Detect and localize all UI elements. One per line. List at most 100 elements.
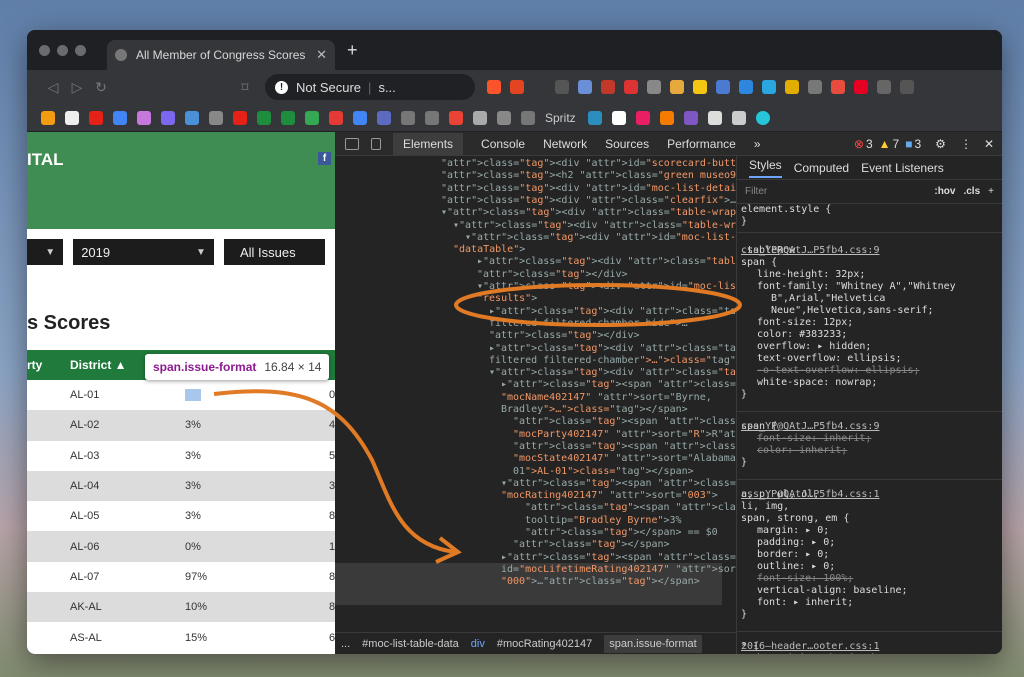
dom-node-line[interactable]: ▾"attr">class="tag"><div "attr">class="t…: [335, 367, 736, 379]
np-icon[interactable]: [624, 80, 638, 94]
close-devtools-icon[interactable]: ✕: [984, 137, 994, 151]
extension-icon[interactable]: [716, 80, 730, 94]
style-line[interactable]: text-overflow: ellipsis;: [741, 353, 986, 365]
dom-node-line[interactable]: "mocState402147" "attr">sort="Alabama-: [335, 453, 736, 465]
table-row[interactable]: AS-AL 15% 6: [27, 622, 335, 652]
style-line[interactable]: outline: ▸ 0;: [741, 561, 986, 573]
table-row[interactable]: AL-03 3% 5: [27, 441, 335, 471]
dom-node-line[interactable]: "attr">class="tag"><div "attr">id="moc-l…: [335, 183, 736, 195]
column-district[interactable]: District ▲: [70, 358, 127, 372]
bookmark-icon[interactable]: [209, 110, 223, 125]
column-party[interactable]: rty: [27, 358, 42, 372]
tab-elements[interactable]: Elements: [393, 132, 464, 155]
forward-icon[interactable]: ▷: [65, 79, 89, 96]
close-window-button[interactable]: [39, 44, 50, 56]
style-line[interactable]: color: #383233;: [741, 329, 986, 341]
site-logo[interactable]: ITAL: [27, 150, 64, 170]
bookmark-icon[interactable]: [707, 110, 722, 125]
bookmark-icon[interactable]: [329, 110, 343, 125]
stylesheet-link[interactable]: css_YP@QAtJ…P5fb4.css:9: [741, 421, 1002, 433]
device-toggle-icon[interactable]: [371, 137, 381, 150]
dom-node-line[interactable]: "attr">class="tag"><div "attr">class="cl…: [335, 195, 736, 207]
extension-icon[interactable]: [555, 80, 569, 94]
close-tab-icon[interactable]: ✕: [316, 47, 327, 63]
style-line[interactable]: overflow: ▸ hidden;: [741, 341, 986, 353]
dom-node-line[interactable]: "attr">class="tag"><span "attr">class="m…: [335, 441, 736, 453]
minimize-window-button[interactable]: [57, 44, 68, 56]
breadcrumb-item[interactable]: div: [471, 638, 485, 650]
brave-shield-icon[interactable]: [487, 80, 501, 94]
extension-icon[interactable]: [647, 80, 661, 94]
brave-rewards-icon[interactable]: [510, 80, 524, 94]
dom-node-line[interactable]: "attr">class="tag"></div>: [335, 269, 736, 281]
sheets-icon[interactable]: [281, 110, 295, 125]
bookmark-icon[interactable]: [611, 110, 626, 125]
dom-node-line[interactable]: "mocParty402147" "attr">sort="R">R"attr"…: [335, 429, 736, 441]
dom-node-line[interactable]: id="mocLifetimeRating402147" "attr">sort…: [335, 564, 736, 576]
tab-computed[interactable]: Computed: [794, 161, 849, 175]
youtube-icon[interactable]: [233, 110, 247, 125]
year-select[interactable]: 2019 ▼: [73, 239, 214, 265]
bookmark-icon[interactable]: [305, 110, 319, 125]
bookmark-icon[interactable]: [683, 110, 698, 125]
tab-styles[interactable]: Styles: [749, 158, 782, 178]
extension-icon[interactable]: [831, 80, 845, 94]
stylesheet-link[interactable]: css_YP@QAtJ…P5fb4.css:9: [741, 245, 1002, 257]
bookmark-icon[interactable]: [161, 110, 175, 125]
dom-node-line[interactable]: ▾"attr">class="tag"><div "attr">id="moc-…: [335, 232, 736, 244]
dom-node-line[interactable]: "attr">class="tag"></span>: [335, 539, 736, 551]
dom-node-line[interactable]: filtered filtered-chamber">…">class="tag…: [335, 355, 736, 367]
extension-icon[interactable]: [739, 80, 753, 94]
extension-icon[interactable]: [601, 80, 615, 94]
menu-icon[interactable]: [900, 80, 914, 94]
dom-node-line[interactable]: "mocRating402147" "attr">sort="003">: [335, 490, 736, 502]
dom-node-line[interactable]: ▸"attr">class="tag"><span "attr">class="…: [335, 379, 736, 391]
dom-node-line[interactable]: filtered filtered-chamber hide">…: [335, 318, 736, 330]
dom-node-line[interactable]: ▸"attr">class="tag"><div "attr">class="t…: [335, 256, 736, 268]
address-bar[interactable]: ! Not Secure | s...: [265, 74, 475, 100]
style-line[interactable]: border: ▸ 0;: [741, 549, 986, 561]
cls-toggle[interactable]: .cls: [963, 186, 980, 197]
issues-select[interactable]: All Issues: [223, 239, 326, 265]
back-icon[interactable]: ◁: [41, 79, 65, 96]
bookmark-spritz-label[interactable]: Spritz: [545, 111, 576, 125]
chamber-select[interactable]: ▼: [27, 239, 64, 265]
bookmark-icon[interactable]: [425, 110, 439, 125]
error-count[interactable]: 3: [866, 137, 873, 151]
dom-node-line[interactable]: tooltip="Bradley Byrne">3%: [335, 515, 736, 527]
bookmark-icon[interactable]: [731, 110, 746, 125]
dom-node-line[interactable]: "attr">class="tag"><span "attr">class="i…: [335, 502, 736, 514]
style-line[interactable]: font-family: "Whitney A","Whitney: [741, 281, 986, 293]
tab-performance[interactable]: Performance: [667, 137, 736, 151]
filter-input[interactable]: Filter: [745, 186, 767, 197]
style-line[interactable]: padding: ▸ 0;: [741, 537, 986, 549]
style-line[interactable]: white-space: nowrap;: [741, 377, 986, 389]
table-row[interactable]: AL-05 3% 8: [27, 501, 335, 531]
warning-count[interactable]: 7: [893, 137, 900, 151]
facebook-icon[interactable]: f: [318, 152, 331, 165]
style-line[interactable]: font-size: 12px;: [741, 317, 986, 329]
bookmark-icon[interactable]: [587, 110, 602, 125]
browser-tab[interactable]: All Member of Congress Scores ✕: [107, 40, 335, 70]
settings-icon[interactable]: ⚙: [935, 137, 946, 151]
dom-node-line[interactable]: "attr">class="tag"></div>: [335, 330, 736, 342]
bookmark-icon[interactable]: [41, 110, 55, 125]
more-tabs-icon[interactable]: »: [754, 137, 761, 151]
sheets-icon[interactable]: [257, 110, 271, 125]
bookmark-icon[interactable]: [659, 110, 674, 125]
reload-icon[interactable]: ↻: [89, 79, 113, 96]
dom-node-line[interactable]: ▾"attr">class="tag"><span "attr">class="…: [335, 478, 736, 490]
dom-node-line[interactable]: 01">AL-01">class="tag"></span>: [335, 466, 736, 478]
table-row[interactable]: AL-01 3% 0: [27, 380, 335, 410]
dom-node-line[interactable]: "attr">class="tag"></span> == $0: [335, 527, 736, 539]
docs-icon[interactable]: [113, 110, 127, 125]
breadcrumb-item[interactable]: #mocRating402147: [497, 638, 592, 650]
dom-node-line[interactable]: ▸"attr">class="tag"><span "attr">class="…: [335, 552, 736, 564]
style-line[interactable]: line-height: 32px;: [741, 269, 986, 281]
puzzle-icon[interactable]: [877, 80, 891, 94]
extension-icon[interactable]: [578, 80, 592, 94]
bookmark-icon[interactable]: [377, 110, 391, 125]
dom-node-line[interactable]: "000">…"attr">class="tag"></span>: [335, 576, 736, 588]
bookmark-icon[interactable]: [473, 110, 487, 125]
dom-node-line[interactable]: "mocName402147" "attr">sort="Byrne,: [335, 392, 736, 404]
